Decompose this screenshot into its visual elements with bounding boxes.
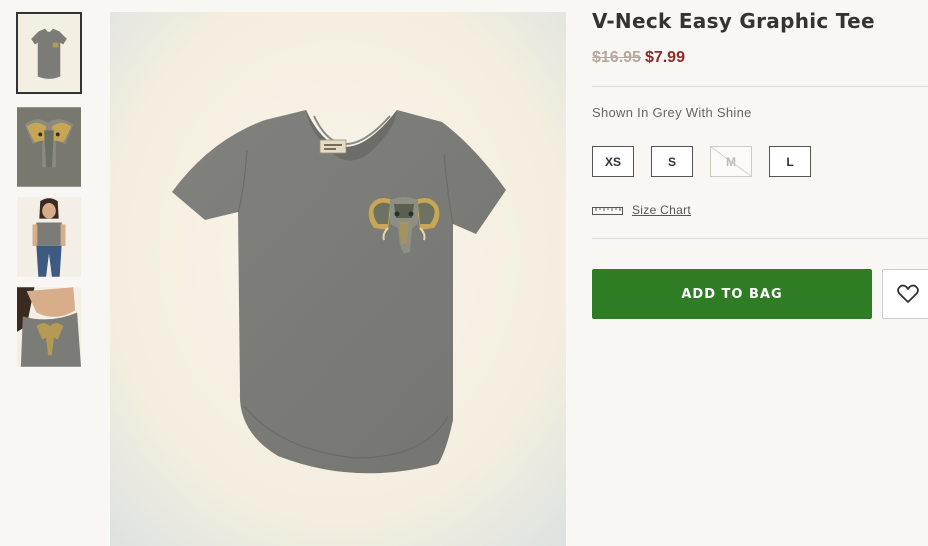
- thumbnail-model-detail[interactable]: [16, 286, 82, 368]
- ruler-icon: [592, 207, 623, 215]
- size-label: M: [726, 154, 736, 169]
- size-label: S: [667, 154, 676, 169]
- size-chart-link[interactable]: Size Chart: [592, 203, 691, 217]
- thumbnail-graphic-closeup[interactable]: [16, 106, 82, 188]
- model-detail-image: [17, 287, 81, 367]
- graphic-closeup-image: [17, 107, 81, 187]
- wishlist-button[interactable]: [882, 269, 928, 319]
- main-product-image: [110, 12, 566, 546]
- original-price: $16.95: [592, 49, 641, 66]
- thumbnail-flat-front[interactable]: [16, 12, 82, 94]
- size-label: XS: [604, 154, 621, 169]
- size-button-xs[interactable]: XS: [592, 146, 634, 177]
- size-chart-label: Size Chart: [632, 203, 692, 217]
- tee-flat-image: [18, 14, 80, 92]
- size-button-m-unavailable[interactable]: M: [710, 146, 752, 177]
- sale-price: $7.99: [644, 49, 685, 66]
- size-label: L: [786, 154, 794, 169]
- size-button-l[interactable]: L: [769, 146, 811, 177]
- color-label: Shown In Grey With Shine: [592, 105, 752, 120]
- thumbnail-model-front[interactable]: [16, 196, 82, 278]
- heart-icon: [897, 284, 919, 303]
- price-row: $16.95 $7.99: [592, 49, 685, 67]
- size-button-s[interactable]: S: [651, 146, 693, 177]
- product-title: V-Neck Easy Graphic Tee: [592, 9, 875, 33]
- add-to-bag-button[interactable]: ADD TO BAG: [592, 269, 872, 319]
- divider: [592, 86, 928, 87]
- model-front-image: [17, 197, 81, 277]
- divider: [592, 238, 928, 239]
